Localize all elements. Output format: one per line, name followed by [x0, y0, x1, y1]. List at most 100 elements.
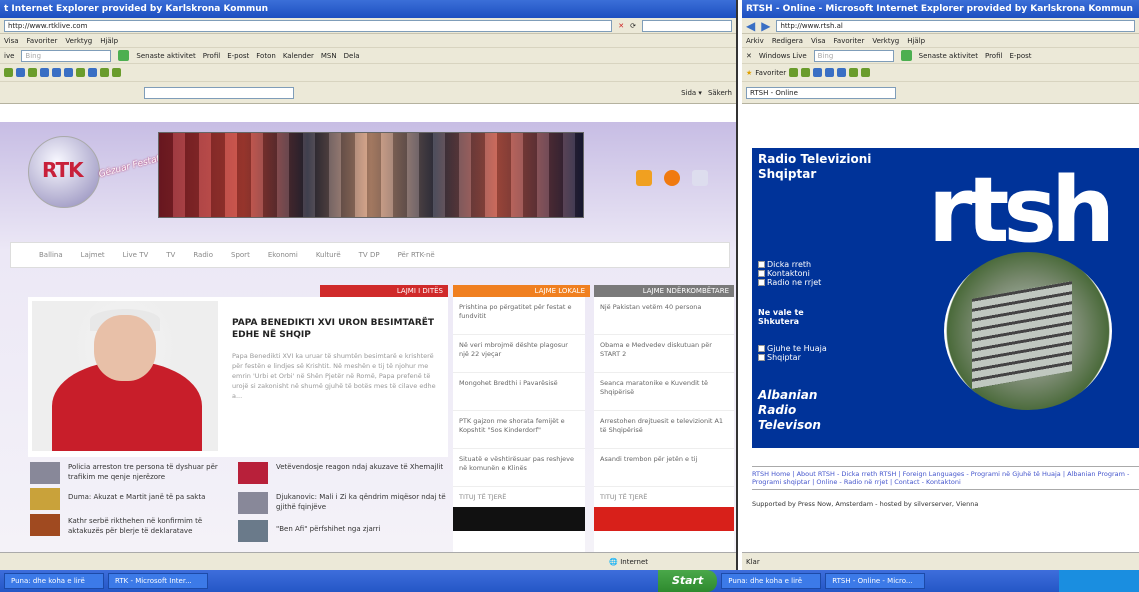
tb-aktivitet[interactable]: Senaste aktivitet [919, 52, 978, 60]
tb-foton[interactable]: Foton [256, 52, 276, 60]
favorites-label[interactable]: Favoriter [755, 69, 786, 77]
menu-visa[interactable]: Visa [4, 37, 19, 45]
menu-hjalp[interactable]: Hjälp [100, 37, 118, 45]
fav-icon[interactable] [825, 68, 835, 77]
news-thumb[interactable] [238, 520, 268, 542]
nav-tvdp[interactable]: TV DP [359, 251, 380, 259]
menu-visa[interactable]: Visa [811, 37, 826, 45]
main-headline[interactable]: PAPA BENEDIKTI XVI URON BESIMTARËT EDHE … [232, 317, 437, 341]
mail-icon[interactable] [692, 170, 708, 186]
menu-arkiv[interactable]: Arkiv [746, 37, 764, 45]
tb-profil[interactable]: Profil [203, 52, 220, 60]
tb-aktivitet[interactable]: Senaste aktivitet [136, 52, 195, 60]
fav-icon[interactable] [849, 68, 859, 77]
local-item[interactable]: Prishtina po përgatitet për festat e fun… [453, 297, 585, 335]
task-rtsh[interactable]: RTSH - Online - Micro... [825, 573, 926, 589]
link-gjuhe[interactable]: Gjuhe te Huaja [758, 344, 828, 353]
task-puna-1[interactable]: Puna: dhe koha e lirë [4, 573, 104, 589]
intl-item[interactable]: Seanca maratonike e Kuvendit të Shqipëri… [594, 373, 734, 411]
fav-icon[interactable] [112, 68, 121, 77]
intl-item[interactable]: Arrestohen drejtuesit e televizionit A1 … [594, 411, 734, 449]
fav-icon[interactable] [801, 68, 811, 77]
news-thumb[interactable] [30, 488, 60, 510]
right-bing-search[interactable]: Bing [813, 49, 894, 62]
task-puna-2[interactable]: Puna: dhe koha e lirë [721, 573, 822, 589]
fav-icon[interactable] [88, 68, 97, 77]
rtk-logo[interactable]: RTK [42, 158, 84, 182]
nav-live-tv[interactable]: Live TV [123, 251, 149, 259]
search-go-icon[interactable] [118, 50, 130, 61]
link-dicka[interactable]: Dicka rreth [758, 260, 828, 269]
local-video-bar[interactable] [453, 507, 585, 531]
link-shqiptar[interactable]: Shqiptar [758, 353, 828, 362]
nav-sport[interactable]: Sport [231, 251, 250, 259]
safety-menu[interactable]: Säkerh [708, 89, 732, 97]
star-icon[interactable]: ★ [746, 69, 752, 77]
refresh-icon[interactable]: ⟳ [630, 22, 636, 30]
fav-icon[interactable] [4, 68, 13, 77]
news-center-2[interactable]: Djukanovic: Mali i Zi ka qëndrim miqësor… [276, 492, 446, 512]
close-icon[interactable]: ✕ [746, 52, 752, 60]
rtsh-footer-links[interactable]: RTSH Home | About RTSH - Dicka rreth RTS… [752, 466, 1139, 490]
nav-per-rtk[interactable]: Për RTK-në [398, 251, 435, 259]
right-address-field[interactable]: http://www.rtsh.al [776, 19, 1135, 32]
tb-dela[interactable]: Dela [344, 52, 360, 60]
left-address-field[interactable]: http://www.rtklive.com [4, 19, 613, 32]
tb-kalender[interactable]: Kalender [283, 52, 314, 60]
stop-icon[interactable]: ✕ [618, 22, 624, 30]
local-more[interactable]: TITUJ TË TJERË [453, 487, 585, 507]
news-left-2[interactable]: Duma: Akuzat e Martit janë të pa sakta [68, 492, 233, 502]
local-item[interactable]: Mongohet Bredthi i Pavarësisë [453, 373, 585, 411]
back-icon[interactable]: ◀ [746, 19, 755, 33]
menu-favoriter[interactable]: Favoriter [834, 37, 865, 45]
left-bing-search[interactable]: Bing [21, 49, 112, 62]
nav-ekonomi[interactable]: Ekonomi [268, 251, 298, 259]
menu-redigera[interactable]: Redigera [772, 37, 803, 45]
left-live-search[interactable] [642, 19, 732, 32]
news-thumb[interactable] [30, 462, 60, 484]
rss-icon[interactable] [664, 170, 680, 186]
news-thumb[interactable] [30, 514, 60, 536]
nav-lajmet[interactable]: Lajmet [81, 251, 105, 259]
nav-kulture[interactable]: Kulturë [316, 251, 341, 259]
task-rtk[interactable]: RTK - Microsoft Inter... [108, 573, 208, 589]
main-story[interactable]: PAPA BENEDIKTI XVI URON BESIMTARËT EDHE … [28, 297, 448, 457]
fav-icon[interactable] [40, 68, 49, 77]
menu-verktyg[interactable]: Verktyg [872, 37, 899, 45]
fav-icon[interactable] [64, 68, 73, 77]
nav-ballina[interactable]: Ballina [39, 251, 63, 259]
intl-item[interactable]: Obama e Medvedev diskutuan për START 2 [594, 335, 734, 373]
link-kontaktoni[interactable]: Kontaktoni [758, 269, 828, 278]
system-tray[interactable] [1059, 570, 1139, 592]
left-tab[interactable] [144, 86, 294, 99]
page-menu[interactable]: Sida ▾ [681, 89, 702, 97]
menu-hjalp[interactable]: Hjälp [907, 37, 925, 45]
forward-icon[interactable]: ▶ [761, 19, 770, 33]
start-button[interactable]: Start [658, 570, 718, 592]
local-item[interactable]: Situatë e vështirësuar pas reshjeve në k… [453, 449, 585, 487]
fav-icon[interactable] [52, 68, 61, 77]
news-thumb[interactable] [238, 462, 268, 484]
intl-red-bar[interactable] [594, 507, 734, 531]
intl-item[interactable]: Një Pakistan vetëm 40 persona [594, 297, 734, 335]
tb-epost[interactable]: E-post [1009, 52, 1031, 60]
home-icon[interactable] [636, 170, 652, 186]
tb-epost[interactable]: E-post [227, 52, 249, 60]
fav-icon[interactable] [16, 68, 25, 77]
fav-icon[interactable] [28, 68, 37, 77]
fav-icon[interactable] [837, 68, 847, 77]
local-item[interactable]: PTK gajzon me shorata femijët e Kopshtit… [453, 411, 585, 449]
intl-item[interactable]: Asandi trembon për jetën e tij [594, 449, 734, 487]
fav-icon[interactable] [789, 68, 799, 77]
nav-radio[interactable]: Radio [193, 251, 213, 259]
nav-tv[interactable]: TV [166, 251, 175, 259]
news-left-1[interactable]: Policia arreston tre persona të dyshuar … [68, 462, 233, 482]
news-thumb[interactable] [238, 492, 268, 514]
news-center-3[interactable]: "Ben Afi" përfshihet nga zjarri [276, 524, 446, 534]
fav-icon[interactable] [100, 68, 109, 77]
tb-profil[interactable]: Profil [985, 52, 1002, 60]
fav-icon[interactable] [813, 68, 823, 77]
intl-more[interactable]: TITUJ TË TJERË [594, 487, 734, 507]
tb-msn[interactable]: MSN [321, 52, 337, 60]
search-go-icon[interactable] [900, 50, 912, 61]
